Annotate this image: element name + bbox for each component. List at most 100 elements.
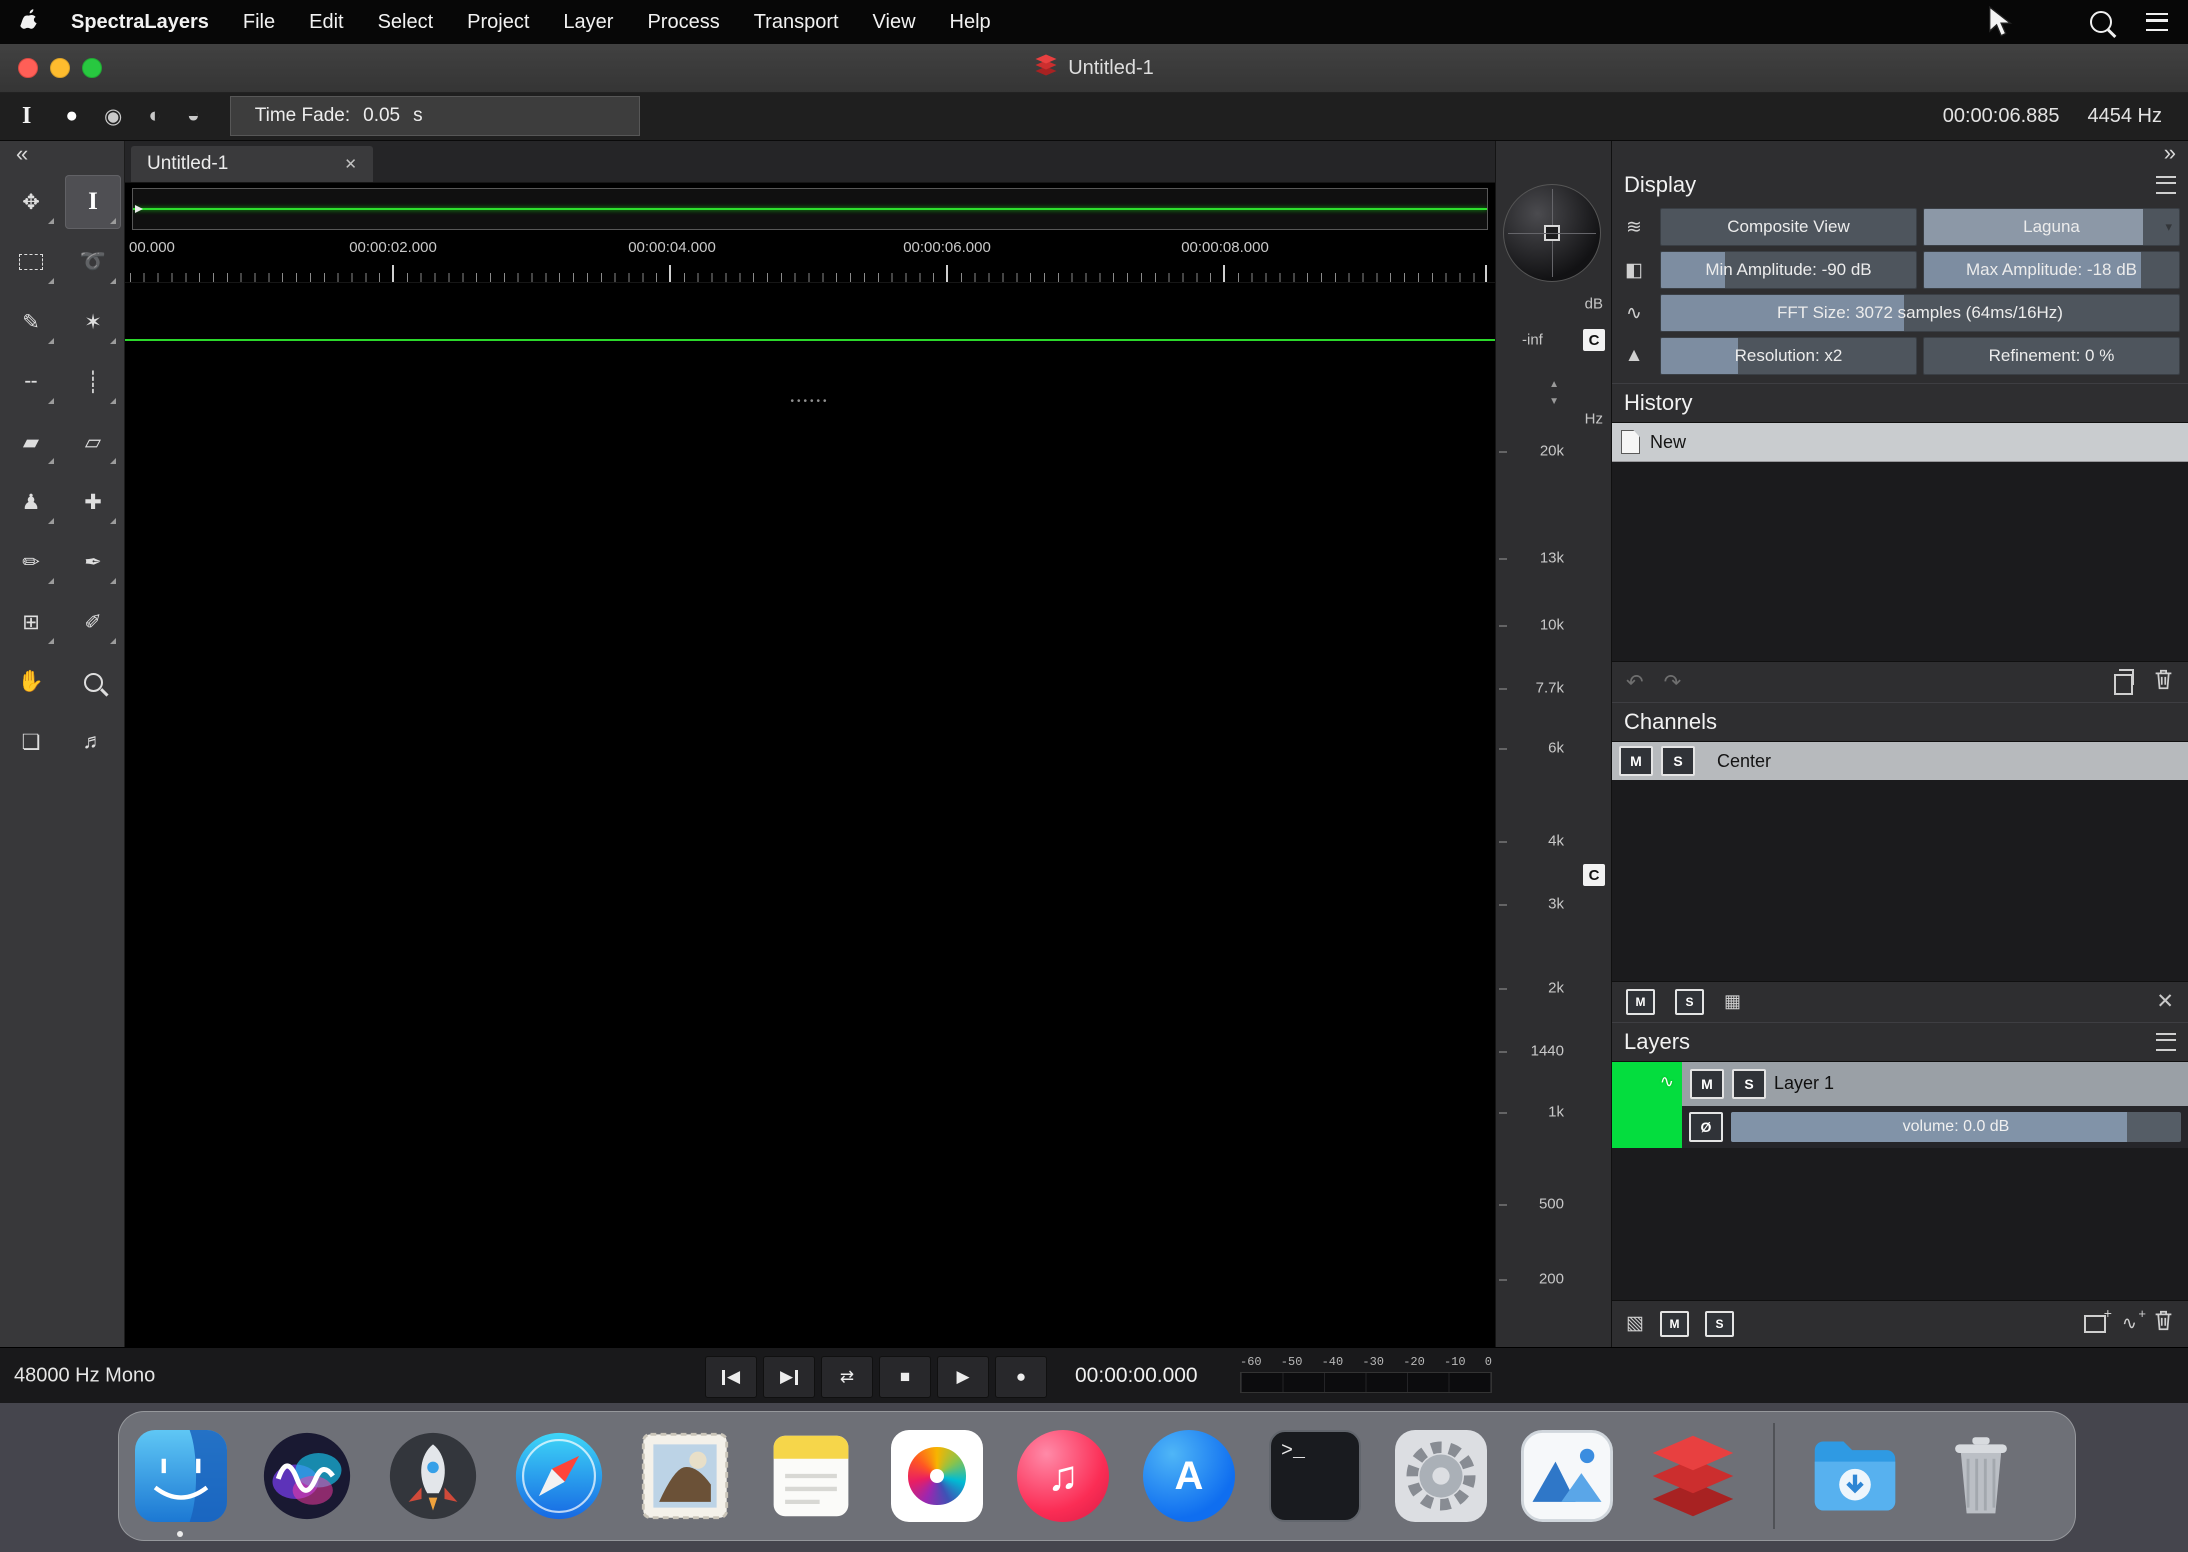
loop-button[interactable]: ⇄ — [821, 1356, 873, 1398]
display-menu-icon[interactable] — [2156, 176, 2176, 194]
menu-layer[interactable]: Layer — [563, 11, 613, 34]
collapse-right-panel-button[interactable]: » — [2164, 140, 2176, 166]
channel-routing-icon[interactable]: ✕ — [2156, 989, 2174, 1014]
dock-trash-icon[interactable] — [1935, 1430, 2027, 1522]
heal-tool-button[interactable]: ✚ — [65, 475, 121, 529]
menu-transport[interactable]: Transport — [754, 11, 839, 34]
dock-safari-icon[interactable] — [513, 1430, 605, 1522]
selection-mode-new-icon[interactable]: ● — [65, 104, 78, 129]
channel-solo-button[interactable]: S — [1661, 746, 1695, 776]
record-button[interactable]: ● — [995, 1356, 1047, 1398]
zoom-tool-button[interactable] — [65, 655, 121, 709]
dock-spectralayers-icon[interactable] — [1647, 1430, 1739, 1522]
pencil-tool-button[interactable]: ✏ — [3, 535, 59, 589]
duplicate-state-icon[interactable] — [2114, 674, 2133, 695]
resolution-slider[interactable]: Resolution: x2 — [1660, 337, 1917, 375]
max-amplitude-slider[interactable]: Max Amplitude: -18 dB — [1923, 251, 2180, 289]
eraser-tool-button[interactable]: ▰ — [3, 415, 59, 469]
skip-to-end-button[interactable]: ▶ — [763, 1356, 815, 1398]
playback-tool-button[interactable]: ♬ — [65, 715, 121, 769]
title-bar[interactable]: Untitled-1 — [0, 44, 2188, 93]
zoom-button[interactable] — [82, 58, 102, 78]
dock-launchpad-icon[interactable] — [387, 1430, 479, 1522]
channels-solo-all-button[interactable]: S — [1675, 989, 1704, 1015]
spectrogram-canvas[interactable]: •••••• — [125, 283, 1495, 1347]
spotlight-search-icon[interactable] — [2090, 11, 2112, 33]
layer-volume-slider[interactable]: volume: 0.0 dB — [1731, 1112, 2181, 1142]
channels-mute-all-button[interactable]: M — [1626, 989, 1655, 1015]
min-amplitude-slider[interactable]: Min Amplitude: -90 dB — [1660, 251, 1917, 289]
undo-icon[interactable]: ↶ — [1626, 670, 1644, 695]
channel-grid-icon[interactable]: ▦ — [1724, 991, 1741, 1012]
composite-layers-icon[interactable]: ≋ — [1614, 208, 1654, 246]
dock-terminal-icon[interactable]: >_ — [1269, 1430, 1361, 1522]
fft-curve-icon[interactable]: ∿ — [1614, 294, 1654, 332]
colormap-select[interactable]: Laguna ▾ — [1923, 208, 2180, 246]
dock-mail-icon[interactable] — [639, 1430, 731, 1522]
time-fade-value-field[interactable]: 0.05 — [359, 104, 404, 128]
app-menu-name[interactable]: SpectraLayers — [71, 11, 209, 34]
close-button[interactable] — [18, 58, 38, 78]
delete-state-icon[interactable] — [2153, 668, 2174, 697]
stop-button[interactable]: ■ — [879, 1356, 931, 1398]
contrast-icon[interactable]: ◧ — [1614, 251, 1654, 289]
layer-thumbnail[interactable]: ∿ — [1612, 1062, 1682, 1148]
collapse-left-panel-button[interactable]: « — [0, 140, 124, 168]
picker-tool-button[interactable]: ✐ — [65, 595, 121, 649]
new-wave-layer-icon[interactable]: ∿ — [2122, 1313, 2137, 1334]
minimize-button[interactable] — [50, 58, 70, 78]
noise-eraser-tool-button[interactable]: ▱ — [65, 415, 121, 469]
delete-layer-icon[interactable] — [2153, 1309, 2174, 1338]
play-button[interactable]: ▶ — [937, 1356, 989, 1398]
menu-help[interactable]: Help — [950, 11, 991, 34]
channel-row-center[interactable]: M S Center — [1612, 742, 2188, 780]
layer-phase-button[interactable]: Ø — [1689, 1112, 1723, 1142]
dock-notes-icon[interactable] — [765, 1430, 857, 1522]
lasso-selection-tool-button[interactable]: ➰ — [65, 235, 121, 289]
history-item-new[interactable]: New — [1612, 423, 2188, 462]
clone-brush-tool-button[interactable]: ✒ — [65, 535, 121, 589]
dock-app-store-icon[interactable]: A — [1143, 1430, 1235, 1522]
knob-center-handle[interactable] — [1544, 225, 1560, 241]
move-tool-button[interactable]: ✥ — [3, 175, 59, 229]
new-layer-icon[interactable] — [2084, 1315, 2106, 1333]
refinement-slider[interactable]: Refinement: 0 % — [1923, 337, 2180, 375]
fft-size-slider[interactable]: FFT Size: 3072 samples (64ms/16Hz) — [1660, 294, 2180, 332]
waveform-overview-strip[interactable] — [132, 188, 1488, 230]
time-selection-tool-button[interactable]: I — [65, 175, 121, 229]
dock-downloads-icon[interactable] — [1809, 1430, 1901, 1522]
navigation-knob[interactable] — [1503, 184, 1601, 282]
brush-selection-tool-button[interactable]: ✎ — [3, 295, 59, 349]
magic-wand-tool-button[interactable]: ✶ — [65, 295, 121, 349]
clone-stamp-tool-button[interactable]: ♟ — [3, 475, 59, 529]
scroll-down-icon[interactable]: ▼ — [1549, 397, 1559, 407]
tab-untitled-1[interactable]: Untitled-1 ✕ — [131, 146, 373, 182]
redo-icon[interactable]: ↷ — [1664, 670, 1682, 695]
layer-mute-button[interactable]: M — [1690, 1069, 1724, 1099]
channel-mute-button[interactable]: M — [1619, 746, 1653, 776]
dashed-selection-tool-button[interactable]: ╌ — [3, 355, 59, 409]
dock-finder-icon[interactable] — [135, 1430, 227, 1522]
scroll-up-icon[interactable]: ▲ — [1549, 380, 1559, 390]
rectangular-selection-tool-button[interactable] — [3, 235, 59, 289]
dock-pro-app-icon[interactable] — [1521, 1430, 1613, 1522]
dock-system-preferences-icon[interactable] — [1395, 1430, 1487, 1522]
hand-tool-button[interactable]: ✋ — [3, 655, 59, 709]
dock-music-icon[interactable]: ♫ — [1017, 1430, 1109, 1522]
apple-menu-icon[interactable] — [20, 9, 37, 35]
time-ruler[interactable]: 00.000 00:00:02.000 00:00:04.000 00:00:0… — [125, 236, 1495, 283]
menu-view[interactable]: View — [873, 11, 916, 34]
dock-photos-icon[interactable] — [891, 1430, 983, 1522]
menu-list-icon[interactable] — [2146, 13, 2168, 31]
layers-menu-icon[interactable] — [2156, 1033, 2176, 1051]
menu-project[interactable]: Project — [467, 11, 529, 34]
menu-select[interactable]: Select — [378, 11, 434, 34]
layer-item[interactable]: ∿ M S Layer 1 Ø volume: 0.0 dB — [1612, 1062, 2188, 1148]
playhead-marker[interactable] — [135, 205, 143, 213]
3d-view-tool-button[interactable]: ❏ — [3, 715, 59, 769]
pane-divider-handle[interactable]: •••••• — [125, 397, 1495, 407]
skip-to-start-button[interactable]: ◀ — [705, 1356, 757, 1398]
tab-close-icon[interactable]: ✕ — [344, 155, 357, 173]
layer-fill-icon[interactable]: ▧ — [1626, 1312, 1644, 1335]
peak-icon[interactable]: ▲ — [1614, 337, 1654, 375]
